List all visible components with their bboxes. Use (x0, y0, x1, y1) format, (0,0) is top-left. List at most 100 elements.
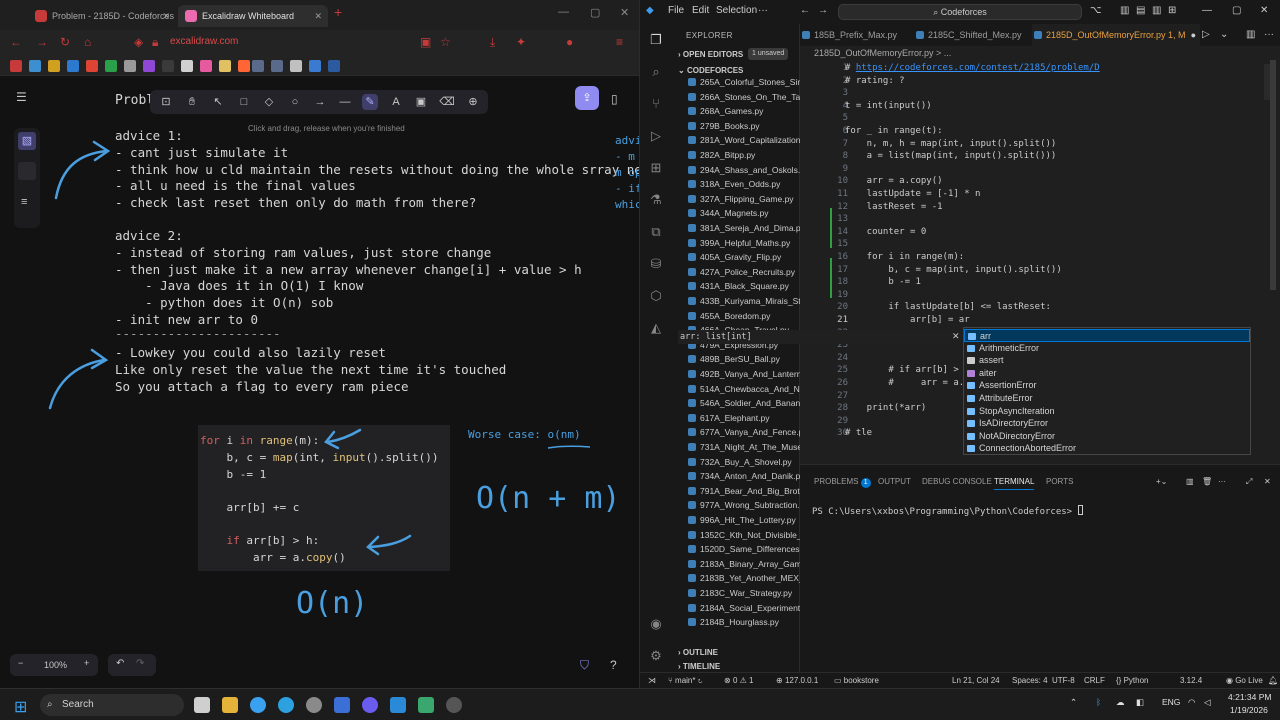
more-menu-icon[interactable]: ··· (758, 5, 768, 16)
file-item[interactable]: 327A_Flipping_Game.py (688, 192, 800, 206)
edge-icon[interactable] (278, 697, 294, 713)
task-view-icon[interactable] (194, 697, 210, 713)
menu-icon[interactable]: ≡ (616, 35, 623, 49)
panel-tab-problems[interactable]: PROBLEMS 1 (814, 477, 871, 488)
browser-icon[interactable] (250, 697, 266, 713)
tab-excalidraw[interactable]: Excalidraw Whiteboard ✕ (178, 5, 328, 27)
autocomplete-list[interactable]: arr ArithmeticError assert aiter AssertionEr… (963, 327, 1251, 455)
zoom-level[interactable]: 100% (44, 660, 67, 670)
menu-edit[interactable]: Edit (692, 5, 709, 16)
kill-terminal-icon[interactable]: 🗑︎ (1202, 477, 1212, 486)
copilot-icon[interactable]: ⌥ (1090, 5, 1102, 16)
panel-more-icon[interactable]: ··· (1218, 477, 1226, 486)
shield-check-icon[interactable]: ⛉ (580, 658, 589, 673)
taskbar-search[interactable]: ⌕ Search (40, 694, 184, 716)
file-item[interactable]: 268A_Games.py (688, 104, 800, 118)
file-item[interactable]: 455A_Boredom.py (688, 309, 800, 323)
fill-style-icon[interactable] (18, 162, 36, 180)
file-item[interactable]: 2183C_War_Strategy.py (688, 586, 800, 600)
remote-indicator-icon[interactable]: ⋊ (648, 676, 656, 685)
eraser-tool-icon[interactable]: ⌫ (439, 94, 455, 110)
menu-file[interactable]: File (668, 5, 684, 16)
toggle-panel-icon[interactable]: ▤ (1136, 5, 1145, 16)
url-field[interactable]: excalidraw.com (170, 36, 238, 47)
text-tool-icon[interactable]: A (388, 94, 404, 110)
suggestion-item[interactable]: AttributeError (964, 392, 1250, 405)
file-item[interactable]: 996A_Hit_The_Lottery.py (688, 513, 800, 527)
git-branch[interactable]: ⑂ main* ↻ (668, 676, 703, 685)
clock-date[interactable]: 1/19/2026 (1230, 705, 1268, 715)
bookmark-icon[interactable] (238, 60, 250, 72)
file-item[interactable]: 266A_Stones_On_The_Tabl... (688, 90, 800, 104)
split-terminal-icon[interactable]: ▥ (1186, 477, 1194, 486)
file-item[interactable]: 791A_Bear_And_Big_Broth... (688, 484, 800, 498)
tab-codeforces[interactable]: Problem - 2185D - Codeforces ✕ (28, 5, 176, 27)
vscode-taskbar-icon[interactable] (390, 697, 406, 713)
suggestion-item[interactable]: ArithmeticError (964, 342, 1250, 355)
arrow-tool-icon[interactable]: → (312, 94, 328, 110)
open-editors-header[interactable]: › OPEN EDITORS (678, 50, 743, 59)
bookmark-icon[interactable] (29, 60, 41, 72)
toggle-sidebar-icon[interactable]: ▥ (1120, 5, 1129, 16)
file-item[interactable]: 677A_Vanya_And_Fence.py (688, 425, 800, 439)
file-item[interactable]: 1520D_Same_Differences.py (688, 542, 800, 556)
file-item[interactable]: 279B_Books.py (688, 119, 800, 133)
app-icon[interactable] (334, 697, 350, 713)
download-icon[interactable]: ⤓ (490, 35, 495, 50)
bookmark-icon[interactable] (162, 60, 174, 72)
minimize-icon[interactable]: — (558, 6, 569, 18)
split-editor-icon[interactable]: ▥ (1246, 29, 1255, 40)
bookmark-icon[interactable] (86, 60, 98, 72)
file-item[interactable]: 318A_Even_Odds.py (688, 177, 800, 191)
file-item[interactable]: 732A_Buy_A_Shovel.py (688, 455, 800, 469)
file-explorer-icon[interactable] (222, 697, 238, 713)
close-tab-icon[interactable]: ✕ (162, 5, 170, 27)
file-item[interactable]: 617A_Elephant.py (688, 411, 800, 425)
file-item[interactable]: 2183B_Yet_Another_MEX_... (688, 571, 800, 585)
ellipse-tool-icon[interactable]: ○ (287, 94, 303, 110)
tab-out-of-memory[interactable]: 2185D_OutOfMemoryError.py 1, M ● (1032, 24, 1200, 46)
app-icon[interactable] (418, 697, 434, 713)
discord-icon[interactable] (362, 697, 378, 713)
remote-explorer-icon[interactable]: ⧉ (648, 224, 664, 240)
settings-gear-icon[interactable]: ⚙ (648, 648, 664, 664)
language-indicator[interactable]: ENG (1162, 697, 1180, 707)
undo-icon[interactable]: ↶ (116, 658, 124, 669)
profile-icon[interactable]: ● (566, 35, 573, 49)
panel-tab-terminal[interactable]: TERMINAL (994, 477, 1035, 490)
suggestion-item[interactable]: StopAsyncIteration (964, 405, 1250, 418)
translate-icon[interactable]: ▣ (420, 35, 431, 49)
file-item[interactable]: 2183A_Binary_Array_Gam... (688, 557, 800, 571)
file-item[interactable]: 977A_Wrong_Subtraction... (688, 498, 800, 512)
source-control-icon[interactable]: ⑂ (648, 96, 664, 112)
close-window-icon[interactable]: ✕ (620, 6, 629, 19)
tray-app-icon[interactable]: ◧ (1136, 697, 1144, 708)
home-icon[interactable]: ⌂ (84, 35, 91, 49)
bookmark-icon[interactable] (219, 60, 231, 72)
bookmark-icon[interactable] (252, 60, 264, 72)
suggestion-item[interactable]: arr (964, 329, 1250, 342)
file-item[interactable]: 265A_Colorful_Stones_Sim... (688, 75, 800, 89)
file-item[interactable]: 294A_Shass_and_Oskols.py (688, 163, 800, 177)
share-button[interactable]: ⇪ (575, 86, 599, 110)
forward-icon[interactable]: → (36, 35, 48, 49)
maximize-icon[interactable]: ▢ (1232, 5, 1241, 16)
file-item[interactable]: 399A_Helpful_Maths.py (688, 236, 800, 250)
rectangle-tool-icon[interactable]: □ (236, 94, 252, 110)
search-icon[interactable]: ⌕ (648, 64, 664, 80)
github-icon[interactable] (446, 697, 462, 713)
file-item[interactable]: 734A_Anton_And_Danik.py (688, 469, 800, 483)
close-tab-icon[interactable]: ✕ (314, 5, 322, 27)
excalidraw-canvas[interactable]: ☰ ▧ ≡ Proble ⊡ ✋︎ ↖ □ ◇ ○ → — ✎ A ▣ ⌫ ⊕ (0, 76, 639, 688)
onedrive-icon[interactable]: ☁ (1116, 697, 1125, 708)
line-tool-icon[interactable]: — (337, 94, 353, 110)
windows-start-icon[interactable]: ⊞ (14, 697, 27, 717)
bookmark-icon[interactable] (290, 60, 302, 72)
file-item[interactable]: 381A_Sereja_And_Dima.py (688, 221, 800, 235)
file-item[interactable]: 1352C_Kth_Not_Divisible_... (688, 528, 800, 542)
bookmark-icon[interactable] (48, 60, 60, 72)
panel-tab-debug-console[interactable]: DEBUG CONSOLE (922, 477, 992, 486)
bookmark-icon[interactable] (143, 60, 155, 72)
wifi-icon[interactable]: ◠ (1188, 697, 1195, 708)
file-item[interactable]: 431A_Black_Square.py (688, 279, 800, 293)
